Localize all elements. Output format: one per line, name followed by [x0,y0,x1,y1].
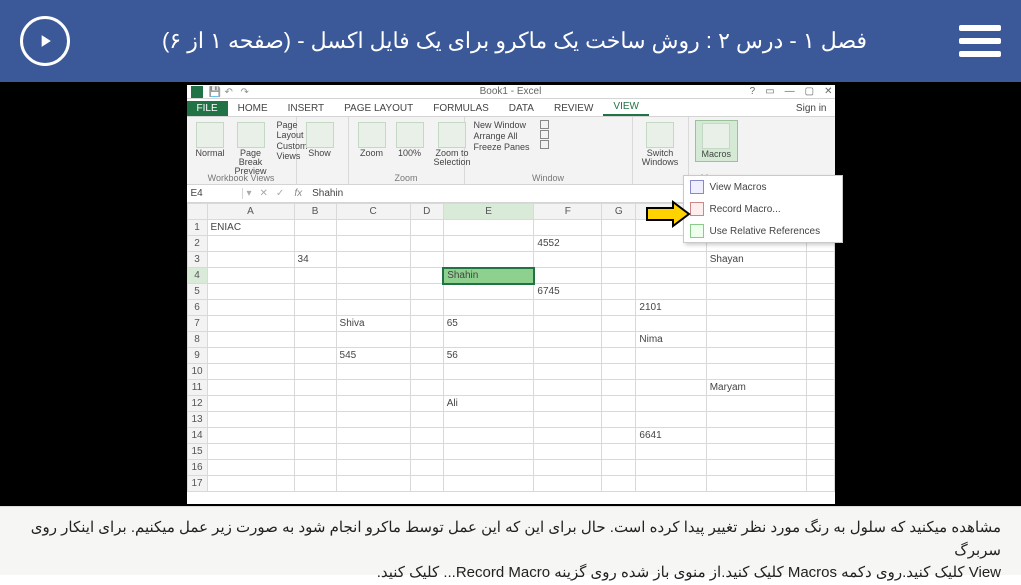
enter-icon[interactable]: ✓ [272,188,288,199]
zoom-button[interactable]: Zoom [355,120,389,160]
excel-window: 💾 ↶ ↷ Book1 - Excel ? ▭ — ▢ ✕ FILE HOME … [187,85,835,504]
selected-cell[interactable]: Shahin [443,268,534,284]
show-button[interactable]: Show [303,120,337,160]
caption-text: مشاهده میکنید که سلول به رنگ مورد نظر تغ… [0,506,1021,575]
cell[interactable]: Ali [443,396,534,412]
tab-home[interactable]: HOME [228,101,278,116]
tab-review[interactable]: REVIEW [544,101,603,116]
spreadsheet-grid[interactable]: A B C D E F G H I J 1ENIAC 24552 334Shay… [187,203,835,492]
switch-windows-button[interactable]: Switch Windows [639,120,682,169]
relative-refs-item[interactable]: Use Relative References [684,220,842,242]
formula-value[interactable]: Shahin [308,188,347,199]
zoom-100-button[interactable]: 100% [393,120,427,160]
cell[interactable]: 4552 [534,236,602,252]
macros-button[interactable]: Macros [695,120,739,162]
col-E[interactable]: E [443,204,534,220]
highlight-arrow-icon [645,200,691,233]
tab-data[interactable]: DATA [499,101,544,116]
cancel-icon[interactable]: ✕ [256,188,272,199]
video-stage: 💾 ↶ ↷ Book1 - Excel ? ▭ — ▢ ✕ FILE HOME … [0,82,1021,506]
cell[interactable]: 65 [443,316,534,332]
cell[interactable]: ENIAC [207,220,294,236]
group-label-zoom: Zoom [349,173,464,183]
fx-icon[interactable]: fx [288,188,308,199]
cell[interactable]: 34 [294,252,336,268]
ribbon-tabs: FILE HOME INSERT PAGE LAYOUT FORMULAS DA… [187,99,835,117]
arrange-all-button[interactable]: Arrange All [471,131,530,141]
group-label-window: Window [465,173,632,183]
ribbon-options-icon[interactable]: ▭ [765,86,774,97]
normal-view-button[interactable]: Normal [193,120,228,160]
tab-page-layout[interactable]: PAGE LAYOUT [334,101,423,116]
freeze-panes-button[interactable]: Freeze Panes [471,142,530,152]
excel-titlebar: 💾 ↶ ↷ Book1 - Excel ? ▭ — ▢ ✕ [187,85,835,99]
new-window-button[interactable]: New Window [471,120,530,130]
tab-formulas[interactable]: FORMULAS [423,101,499,116]
cell[interactable]: Maryam [706,380,806,396]
maximize-icon[interactable]: ▢ [805,86,814,97]
lesson-title: فصل ۱ - درس ۲ : روش ساخت یک ماکرو برای ی… [70,28,959,54]
view-macros-item[interactable]: View Macros [684,176,842,198]
ribbon: Normal Page Break Preview Page Layout Cu… [187,117,835,185]
tab-insert[interactable]: INSERT [278,101,335,116]
cell[interactable]: 56 [443,348,534,364]
name-box[interactable]: E4 [187,188,243,199]
minimize-icon[interactable]: — [785,86,795,97]
cell[interactable]: Shayan [706,252,806,268]
tab-file[interactable]: FILE [187,101,228,116]
menu-button[interactable] [959,25,1001,57]
col-B[interactable]: B [294,204,336,220]
cell[interactable]: 6745 [534,284,602,300]
close-icon[interactable]: ✕ [824,86,832,97]
col-A[interactable]: A [207,204,294,220]
page-break-button[interactable]: Page Break Preview [232,120,270,178]
record-macro-item[interactable]: Record Macro... [684,198,842,220]
group-label-views: Workbook Views [187,173,296,183]
play-button[interactable] [20,16,70,66]
cell[interactable]: Shiva [336,316,410,332]
help-icon[interactable]: ? [750,86,756,97]
signin-link[interactable]: Sign in [788,101,835,116]
cell[interactable]: 6641 [636,428,706,444]
cell[interactable]: 2101 [636,300,706,316]
window-title: Book1 - Excel [187,86,835,97]
cell[interactable]: 545 [336,348,410,364]
tab-view[interactable]: VIEW [603,99,649,116]
col-F[interactable]: F [534,204,602,220]
cell[interactable]: Nima [636,332,706,348]
macros-dropdown: View Macros Record Macro... Use Relative… [683,175,843,243]
col-D[interactable]: D [410,204,443,220]
col-G[interactable]: G [602,204,636,220]
app-topbar: فصل ۱ - درس ۲ : روش ساخت یک ماکرو برای ی… [0,0,1021,82]
col-C[interactable]: C [336,204,410,220]
